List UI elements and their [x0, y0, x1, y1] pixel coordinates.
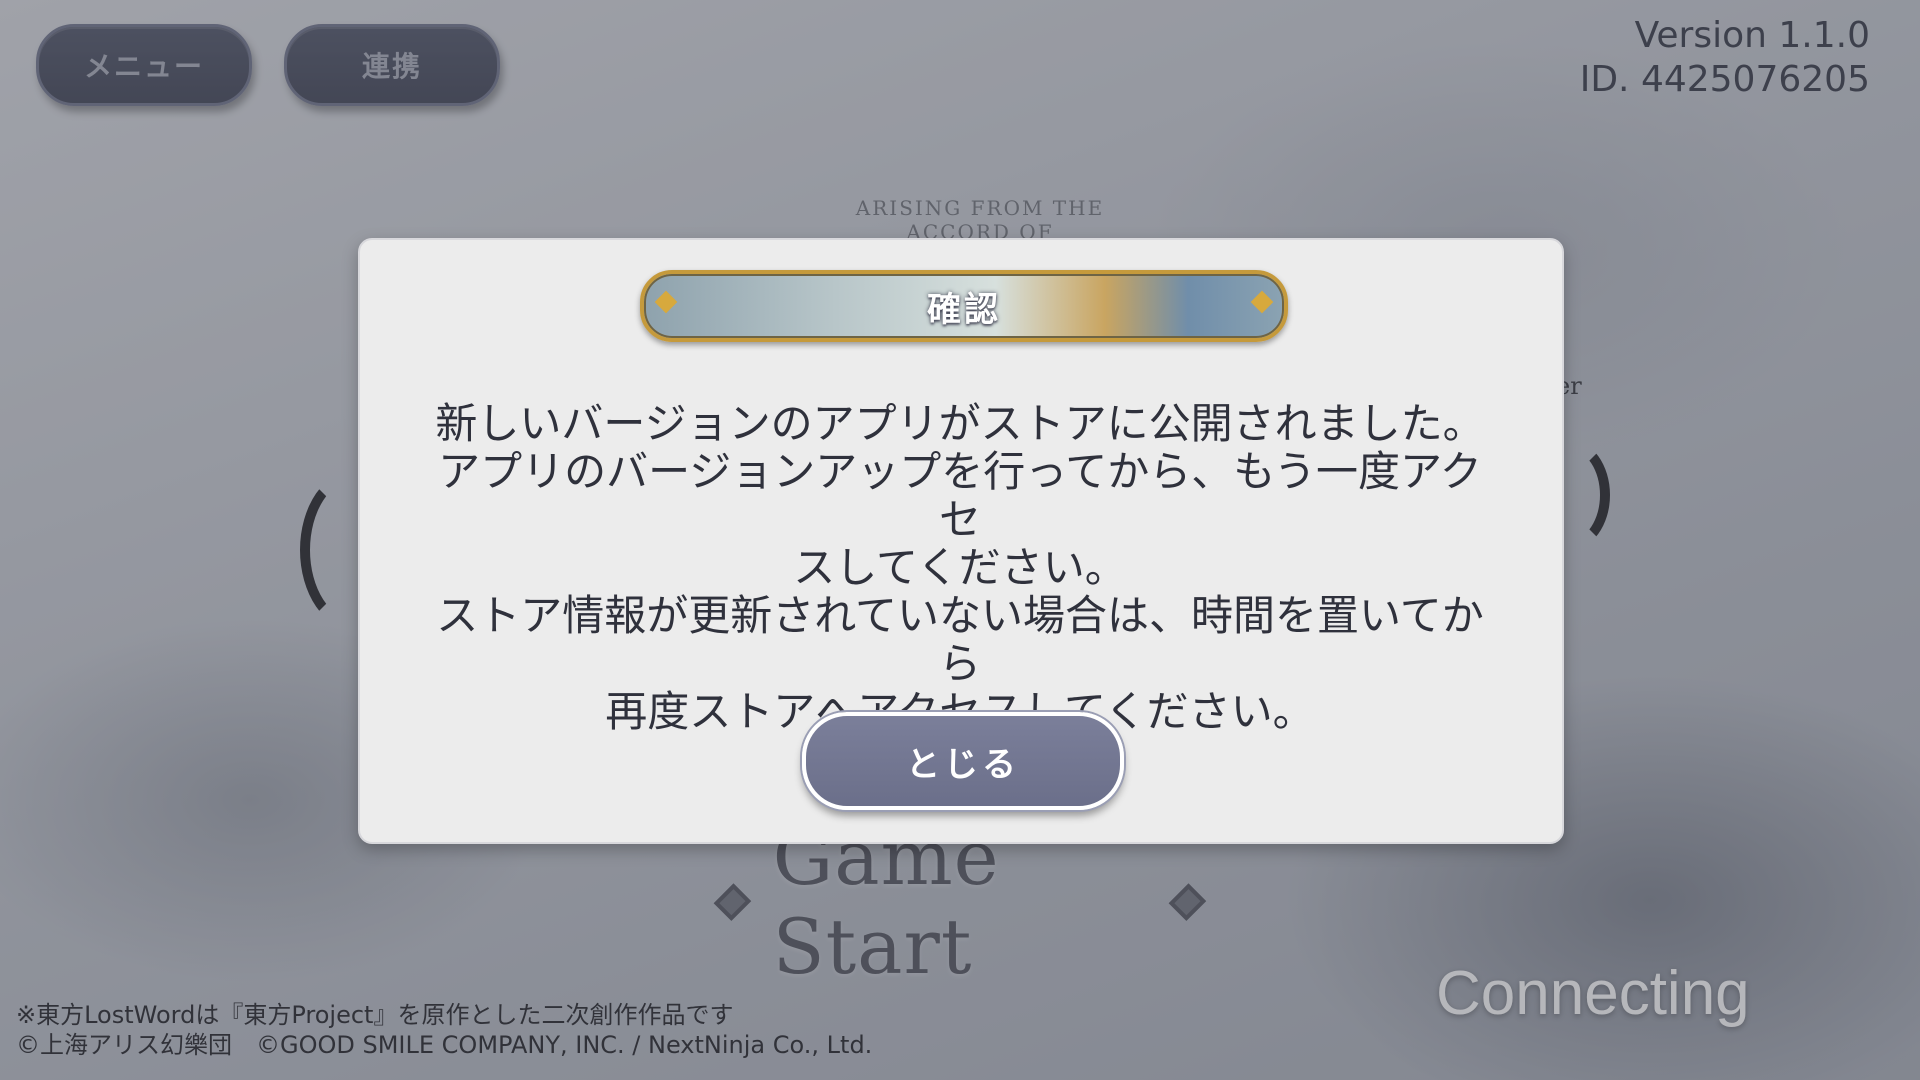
chevron-left-icon	[654, 290, 678, 314]
confirm-dialog: 確認 新しいバージョンのアプリがストアに公開されました。 アプリのバージョンアッ…	[358, 238, 1564, 844]
dialog-message: 新しいバージョンのアプリがストアに公開されました。 アプリのバージョンアップを行…	[435, 399, 1485, 736]
chevron-right-icon	[1250, 290, 1274, 314]
close-button[interactable]: とじる	[802, 712, 1124, 810]
dialog-title-bar: 確認	[640, 270, 1288, 342]
dialog-title: 確認	[927, 289, 1001, 330]
